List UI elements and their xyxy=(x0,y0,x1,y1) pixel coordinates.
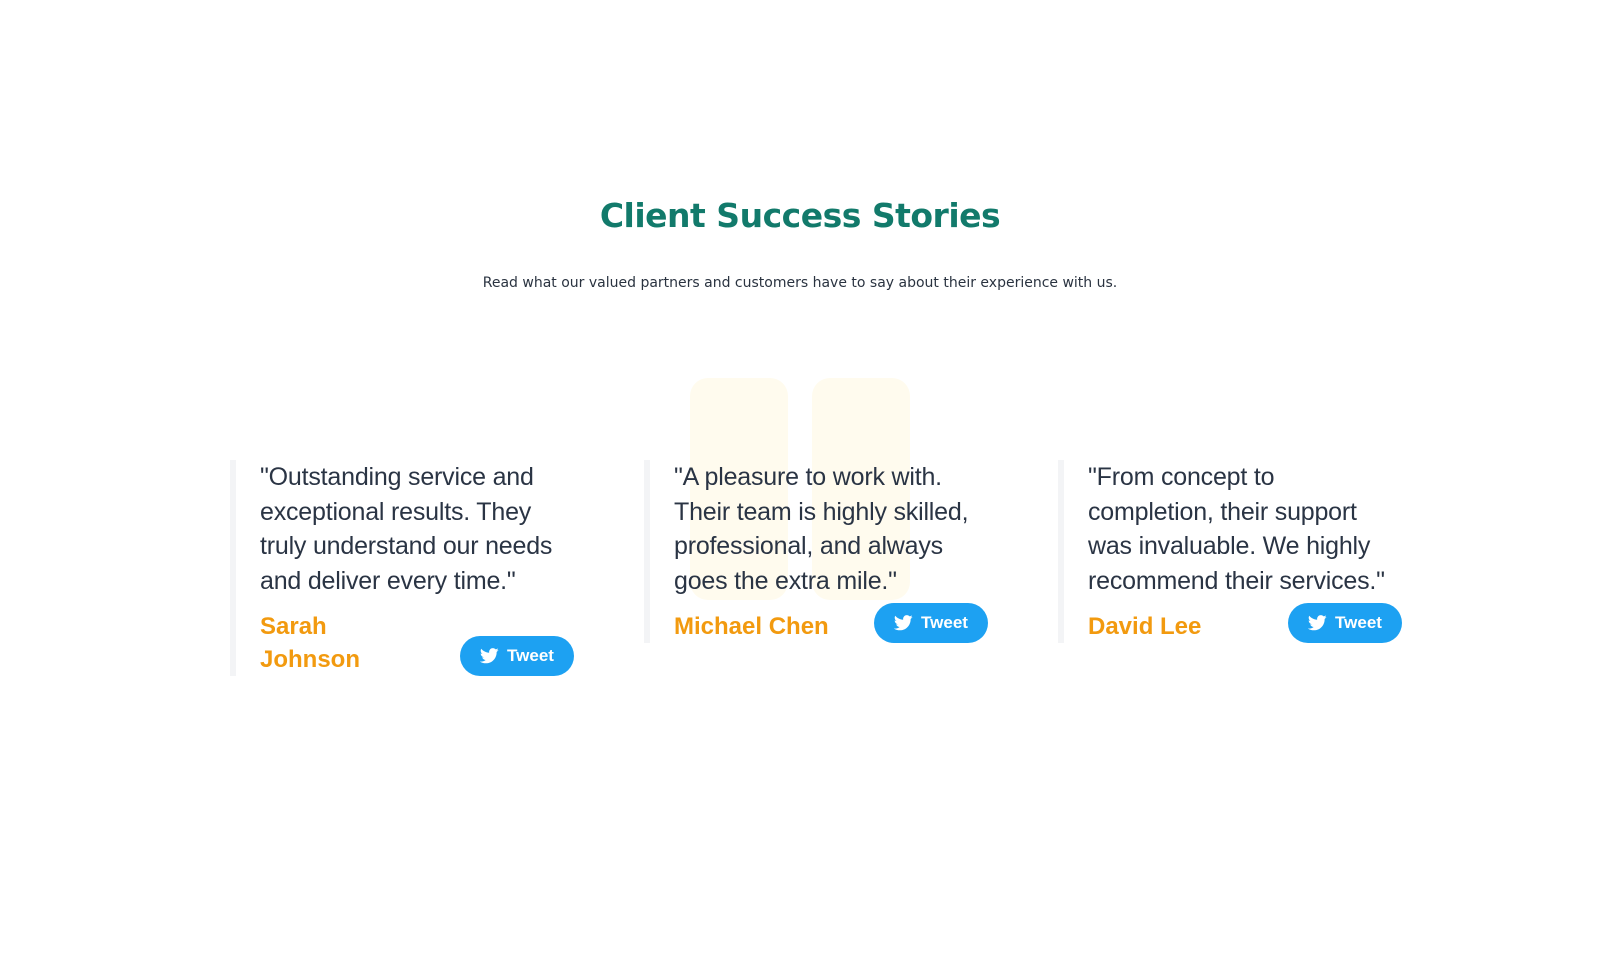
testimonial-card: "From concept to completion, their suppo… xyxy=(1058,460,1402,643)
tweet-label: Tweet xyxy=(921,613,968,632)
testimonial-author: David Lee xyxy=(1088,613,1202,640)
testimonial-quote: "Outstanding service and exceptional res… xyxy=(260,463,553,595)
testimonial-footer: David Lee Tweet xyxy=(1088,603,1402,643)
twitter-bird-icon xyxy=(894,615,913,631)
testimonial-author: Sarah Johnson xyxy=(260,613,360,673)
testimonial-footer: Sarah Johnson Tweet xyxy=(260,610,574,676)
tweet-button[interactable]: Tweet xyxy=(460,636,574,676)
tweet-label: Tweet xyxy=(507,646,554,665)
testimonial-card: "Outstanding service and exceptional res… xyxy=(230,460,574,676)
testimonial-footer: Michael Chen Tweet xyxy=(674,603,988,643)
testimonial-quote: "A pleasure to work with. Their team is … xyxy=(674,463,969,595)
section-title: Client Success Stories xyxy=(599,196,1001,235)
testimonial-author: Michael Chen xyxy=(674,613,829,640)
twitter-bird-icon xyxy=(480,648,499,664)
section-subtitle: Read what our valued partners and custom… xyxy=(482,275,1118,291)
twitter-bird-icon xyxy=(1308,615,1327,631)
tweet-label: Tweet xyxy=(1335,613,1382,632)
testimonial-card: "A pleasure to work with. Their team is … xyxy=(644,460,988,643)
testimonial-quote: "From concept to completion, their suppo… xyxy=(1088,463,1385,595)
tweet-button[interactable]: Tweet xyxy=(1288,603,1402,643)
tweet-button[interactable]: Tweet xyxy=(874,603,988,643)
